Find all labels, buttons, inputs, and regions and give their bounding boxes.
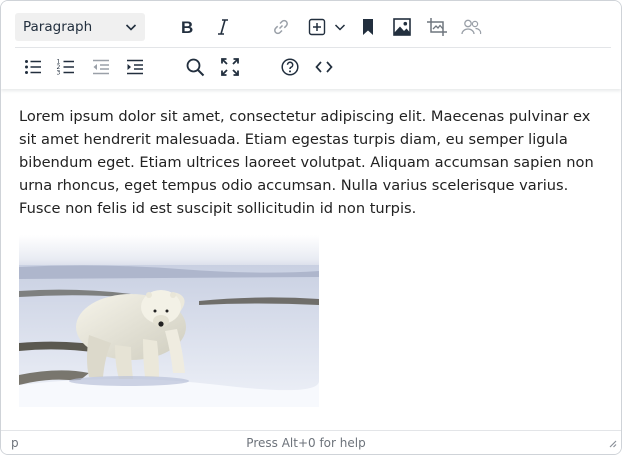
insert-dropdown-button[interactable] [332, 13, 348, 41]
toolbar-row-2: 1 2 3 [15, 47, 611, 87]
italic-button[interactable] [211, 13, 235, 41]
svg-text:B: B [181, 18, 193, 37]
search-button[interactable] [183, 53, 207, 81]
help-button[interactable] [278, 53, 302, 81]
editor-content[interactable]: Lorem ipsum dolor sit amet, consectetur … [1, 89, 621, 430]
bold-button[interactable]: B [175, 13, 199, 41]
chevron-down-icon [123, 19, 139, 39]
link-icon [271, 17, 291, 37]
italic-icon [213, 17, 233, 37]
content-paragraph[interactable]: Lorem ipsum dolor sit amet, consectetur … [19, 105, 603, 220]
toolbar-row-1: Paragraph B [1, 7, 621, 47]
outdent-button[interactable] [89, 53, 113, 81]
bullet-list-icon [23, 57, 43, 77]
resize-handle-icon[interactable] [607, 437, 617, 451]
insert-button[interactable] [305, 13, 329, 41]
chevron-down-icon [333, 20, 347, 34]
rich-text-editor: Paragraph B 1 2 3 Lorem ipsum dolor sit … [0, 0, 622, 455]
users-icon [460, 17, 482, 37]
bold-icon: B [177, 17, 197, 37]
block-format-select[interactable]: Paragraph [15, 13, 145, 41]
numbered-list-icon: 1 2 3 [56, 57, 76, 77]
numbered-list-button[interactable]: 1 2 3 [54, 53, 78, 81]
indent-button[interactable] [123, 53, 147, 81]
image-button[interactable] [390, 13, 414, 41]
bookmark-icon [358, 17, 378, 37]
search-icon [185, 57, 205, 77]
help-hint: Press Alt+0 for help [246, 436, 366, 450]
source-code-button[interactable] [312, 53, 336, 81]
status-bar: p Press Alt+0 for help [1, 430, 621, 454]
block-format-label: Paragraph [23, 19, 93, 35]
bookmark-button[interactable] [356, 13, 380, 41]
users-button[interactable] [459, 13, 483, 41]
crop-icon [426, 17, 448, 37]
help-icon [280, 57, 300, 77]
bullet-list-button[interactable] [21, 53, 45, 81]
crop-button[interactable] [425, 13, 449, 41]
image-icon [392, 17, 412, 37]
fullscreen-button[interactable] [218, 53, 242, 81]
fullscreen-icon [220, 57, 240, 77]
insert-plus-icon [307, 17, 327, 37]
editor-toolbar: Paragraph B 1 2 3 [1, 1, 621, 89]
svg-text:3: 3 [57, 70, 61, 77]
outdent-icon [91, 57, 111, 77]
link-button[interactable] [269, 13, 293, 41]
code-icon [314, 57, 334, 77]
indent-icon [125, 57, 145, 77]
polar-bear-image[interactable] [19, 235, 319, 407]
